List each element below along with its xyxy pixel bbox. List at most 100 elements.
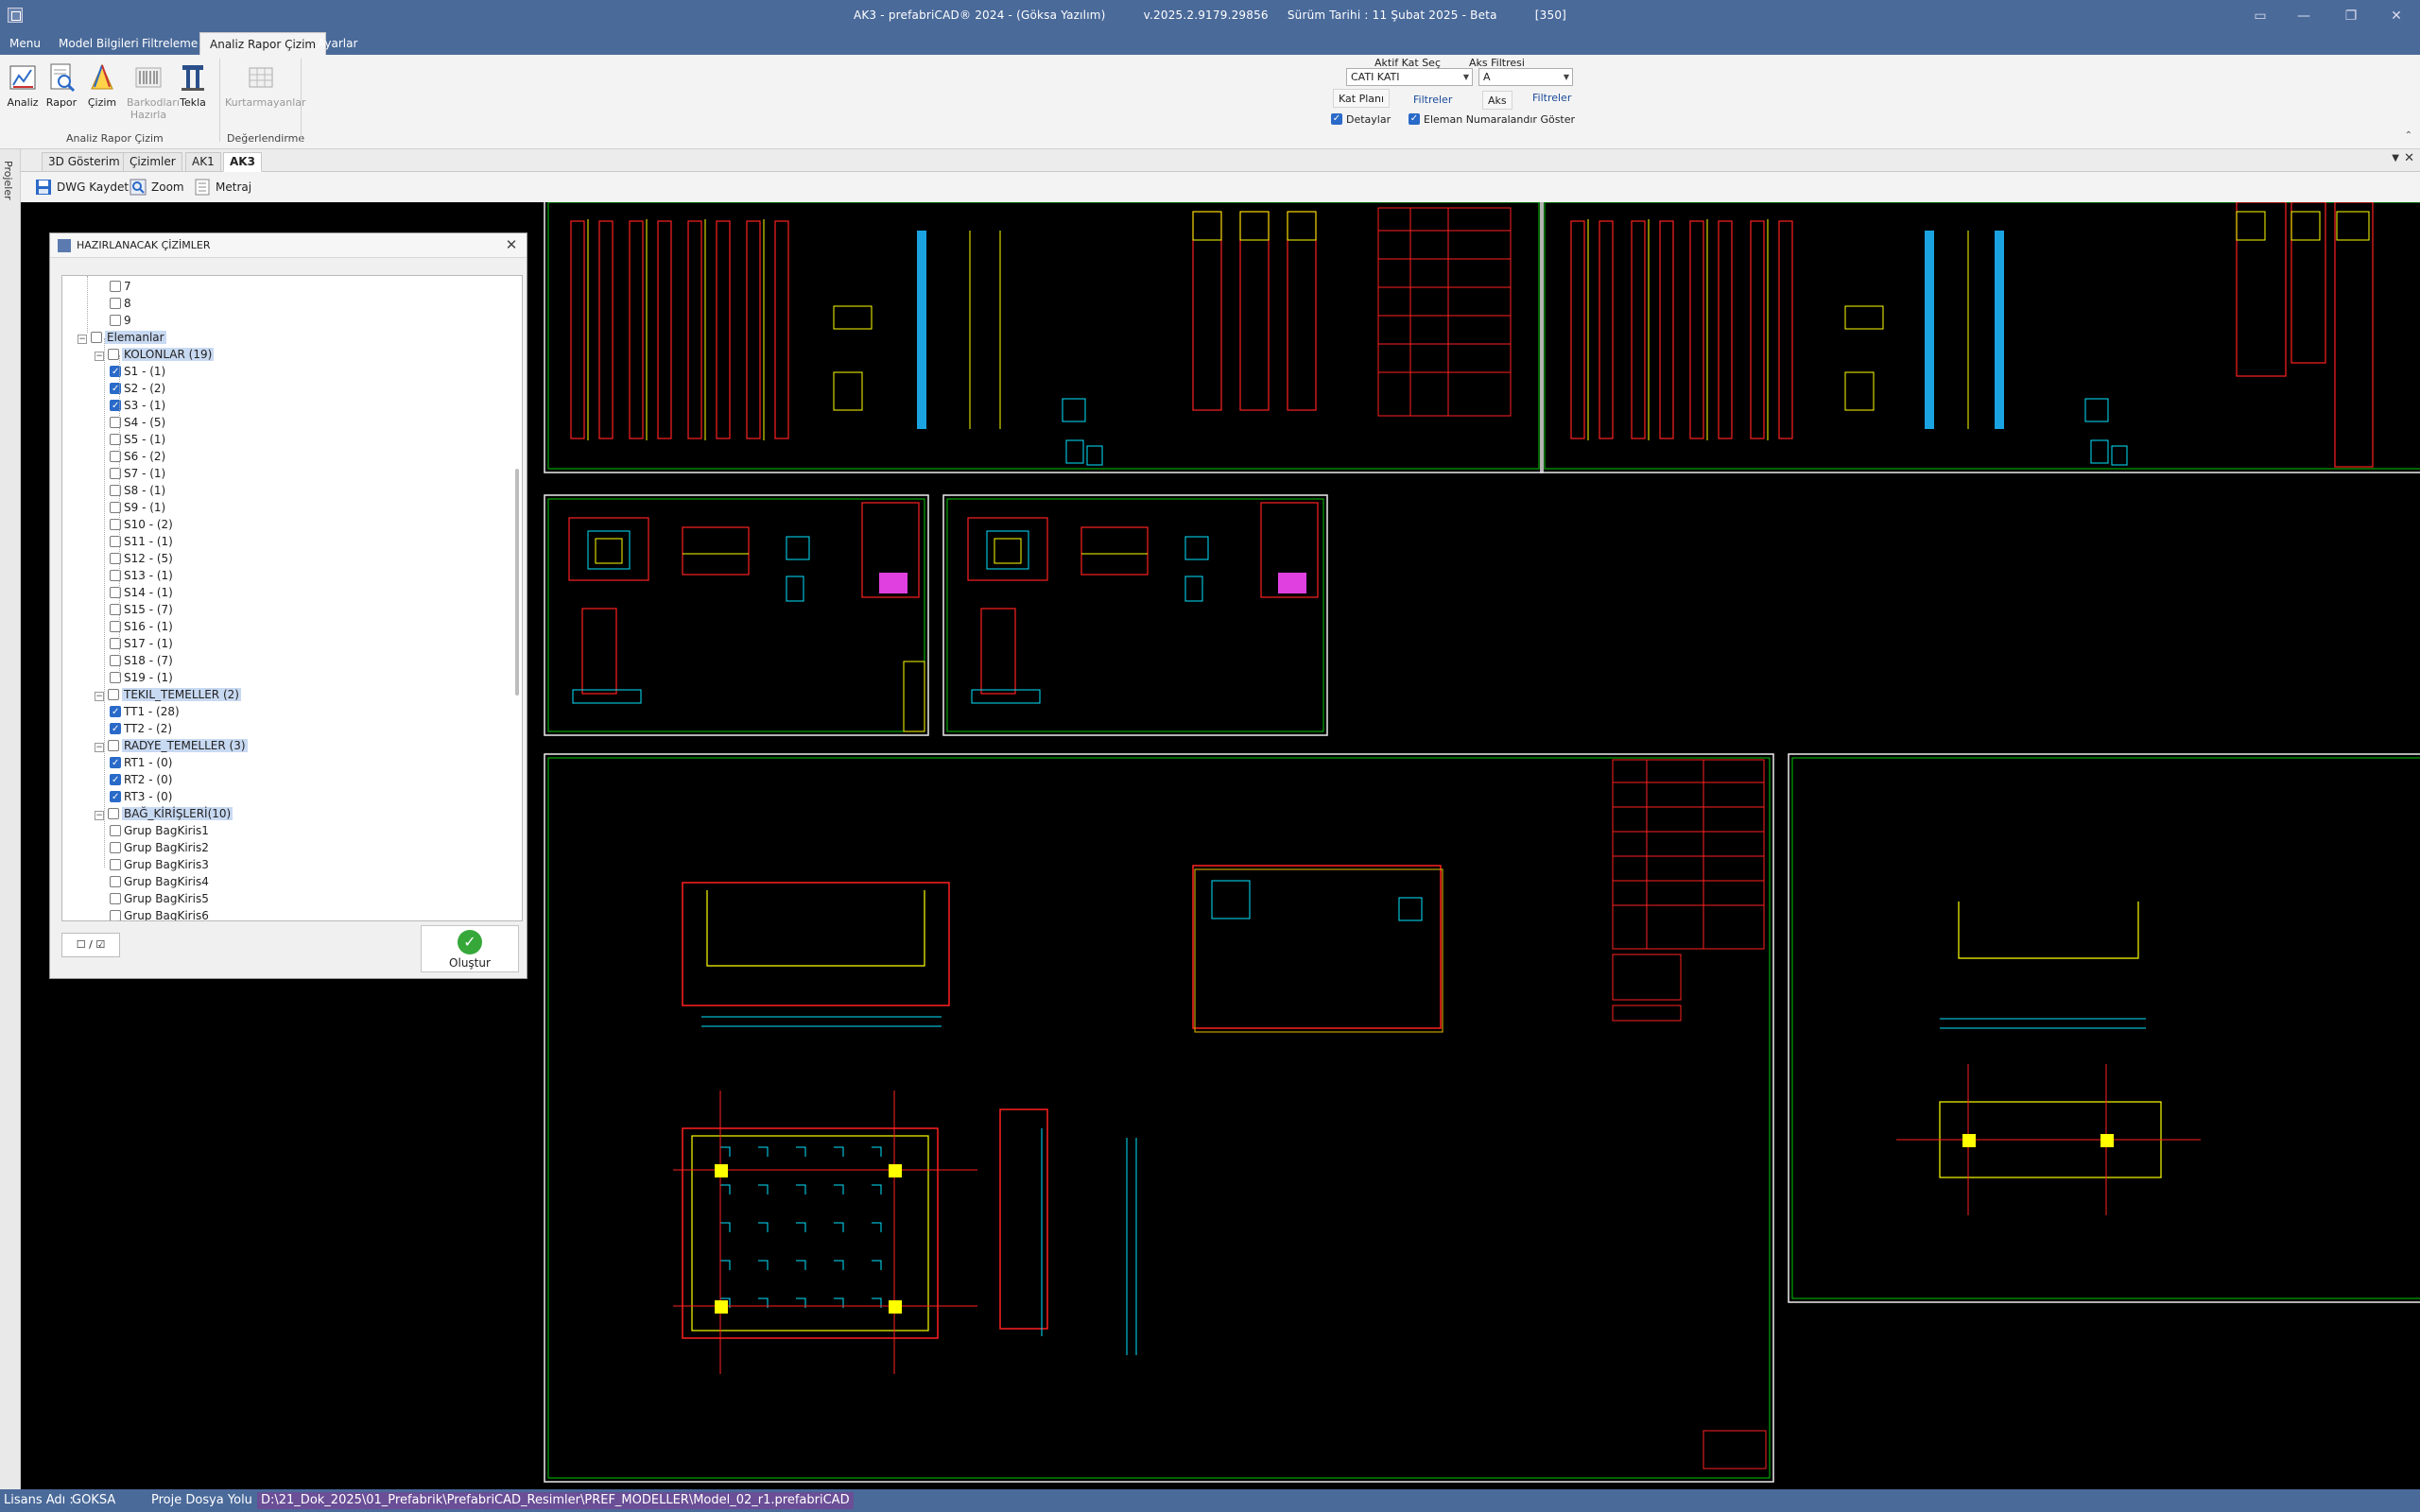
tree-checkbox[interactable] [110, 859, 121, 870]
tree-group-node[interactable]: − TEKIL_TEMELLER (2) [95, 686, 241, 703]
collapse-toggle-icon[interactable]: − [78, 335, 87, 344]
tree-checkbox[interactable] [108, 349, 119, 360]
toggle-all-button[interactable]: ☐ / ☑ [61, 933, 120, 957]
tree-item[interactable]: S7 - (1) [110, 465, 165, 482]
close-tab-icon[interactable]: ✕ [2404, 151, 2414, 165]
tree-checkbox[interactable] [110, 910, 121, 920]
list-document-icon [195, 179, 210, 196]
kurtarmayanlar-button[interactable]: Kurtarmayanlar [225, 62, 306, 109]
tree-item[interactable]: TT2 - (2) [110, 720, 172, 738]
close-button[interactable]: ✕ [2384, 6, 2409, 26]
tree-checkbox[interactable] [110, 825, 121, 836]
tree-checkbox[interactable] [110, 281, 121, 292]
tree-item[interactable]: S1 - (1) [110, 363, 165, 381]
tree-group-node[interactable]: − RADYE_TEMELLER (3) [95, 737, 248, 754]
tree-item[interactable]: 8 [110, 295, 131, 312]
tree-item[interactable]: S9 - (1) [110, 499, 165, 516]
tree-group-node[interactable]: − KOLONLAR (19) [95, 346, 215, 363]
tree-checkbox[interactable] [110, 704, 121, 721]
tab-ayarlar[interactable]: Ayarlar [308, 32, 367, 55]
filtreler-button-1[interactable]: Filtreler [1409, 91, 1457, 110]
tab-analiz-rapor-cizim[interactable]: Analiz Rapor Çizim [199, 32, 327, 55]
tree-item[interactable]: RT3 - (0) [110, 788, 172, 806]
tree-checkbox[interactable] [110, 721, 121, 738]
aks-filtresi-select[interactable]: A ▼ [1478, 68, 1573, 86]
tree-item[interactable]: S5 - (1) [110, 431, 165, 448]
grid-check-icon [249, 67, 273, 88]
aktif-kat-select[interactable]: CATI KATI ▼ [1346, 68, 1473, 86]
tree-item-label: S14 - (1) [124, 586, 173, 599]
tree-item[interactable]: Grup BagKiris6 [110, 907, 209, 920]
tab-ak3[interactable]: AK3 [223, 152, 262, 172]
tree-item[interactable]: Grup BagKiris5 [110, 890, 209, 907]
minimize-button[interactable]: — [2291, 6, 2316, 26]
collapse-toggle-icon[interactable]: − [95, 352, 104, 361]
eleman-numaralandir-checkbox[interactable]: Eleman Numaralandır Göster [1409, 113, 1575, 127]
tree-item[interactable]: S6 - (2) [110, 448, 165, 465]
rapor-button[interactable]: Rapor [43, 62, 80, 109]
tree-item[interactable]: TT1 - (28) [110, 703, 180, 721]
tree-item-label: S19 - (1) [124, 671, 173, 684]
tree-checkbox[interactable] [110, 789, 121, 806]
tree-item[interactable]: S8 - (1) [110, 482, 165, 499]
tree-scrollbar[interactable] [514, 280, 520, 919]
tab-list-dropdown-icon[interactable]: ▼ [2392, 153, 2399, 163]
tree-item[interactable]: S3 - (1) [110, 397, 165, 415]
tree-checkbox[interactable] [110, 893, 121, 904]
tree-checkbox[interactable] [108, 740, 119, 751]
tree-item[interactable]: S4 - (5) [110, 414, 165, 431]
dialog-close-icon[interactable]: ✕ [502, 235, 521, 254]
tree-group-node[interactable]: − Elemanlar [78, 329, 166, 346]
tree-item[interactable]: S2 - (2) [110, 380, 165, 398]
tree-item[interactable]: 9 [110, 312, 131, 329]
metraj-button[interactable]: Metraj [193, 178, 251, 197]
tree-checkbox[interactable] [110, 772, 121, 789]
cizim-button[interactable]: Çizim [83, 62, 121, 109]
save-icon [36, 180, 51, 195]
zoom-button[interactable]: Zoom [129, 178, 184, 197]
collapse-toggle-icon[interactable]: − [95, 692, 104, 701]
tree-item-label: RT2 - (0) [124, 773, 173, 786]
tab-cizimler[interactable]: Çizimler [123, 152, 182, 172]
tree-group-node[interactable]: − BAĞ_KİRİŞLERİ(10) [95, 805, 233, 822]
tree-item[interactable]: Grup BagKiris3 [110, 856, 209, 873]
tab-3d-gosterim[interactable]: 3D Gösterim [42, 152, 127, 172]
tree-checkbox[interactable] [108, 689, 119, 700]
tree-item[interactable]: Grup BagKiris1 [110, 822, 209, 839]
filtreler-button-2[interactable]: Filtreler [1528, 89, 1576, 108]
detaylar-checkbox[interactable]: Detaylar [1331, 113, 1391, 127]
collapse-toggle-icon[interactable]: − [95, 811, 104, 820]
aks-button[interactable]: Aks [1482, 91, 1512, 110]
analiz-button[interactable]: Analiz [4, 62, 42, 109]
tree-checkbox[interactable] [110, 842, 121, 853]
restore-layout-icon[interactable]: ▭ [2248, 6, 2273, 26]
tree-item[interactable]: Grup BagKiris2 [110, 839, 209, 856]
tekla-button[interactable]: Tekla [174, 62, 212, 109]
projeler-side-panel[interactable]: Projeler [0, 149, 21, 1489]
olustur-button[interactable]: ✓ Oluştur [421, 925, 519, 972]
tab-filtreleme[interactable]: Filtreleme [132, 32, 207, 55]
scrollbar-thumb[interactable] [515, 469, 519, 696]
dwg-kaydet-button[interactable]: DWG Kaydet [34, 178, 129, 197]
tree-item[interactable]: RT1 - (0) [110, 754, 172, 772]
maximize-button[interactable]: ❐ [2339, 6, 2363, 26]
collapse-ribbon-icon[interactable]: ⌃ [2405, 130, 2412, 141]
tree-checkbox[interactable] [108, 808, 119, 819]
collapse-toggle-icon[interactable]: − [95, 743, 104, 752]
kat-plani-button[interactable]: Kat Planı [1333, 89, 1391, 108]
document-tabs: 3D Gösterim Çizimler AK1 AK3 ▼ ✕ [0, 149, 2420, 172]
barkod-button[interactable]: Barkodları Hazırla [127, 62, 180, 121]
drawing-tree[interactable]: 789−Elemanlar−KOLONLAR (19)S1 - (1)S2 - … [61, 275, 523, 921]
tree-checkbox[interactable] [91, 332, 102, 343]
tree-item[interactable]: 7 [110, 278, 131, 295]
tree-item[interactable]: RT2 - (0) [110, 771, 173, 789]
tree-item-label: Grup BagKiris1 [124, 824, 209, 837]
tree-checkbox[interactable] [110, 315, 121, 326]
tree-checkbox[interactable] [110, 755, 121, 772]
tree-item[interactable]: Grup BagKiris4 [110, 873, 209, 890]
tab-ak1[interactable]: AK1 [185, 152, 221, 172]
tree-checkbox[interactable] [110, 876, 121, 887]
tree-checkbox[interactable] [110, 298, 121, 309]
tree-item-label: S16 - (1) [124, 620, 173, 633]
tab-menu[interactable]: Menu [0, 32, 50, 55]
